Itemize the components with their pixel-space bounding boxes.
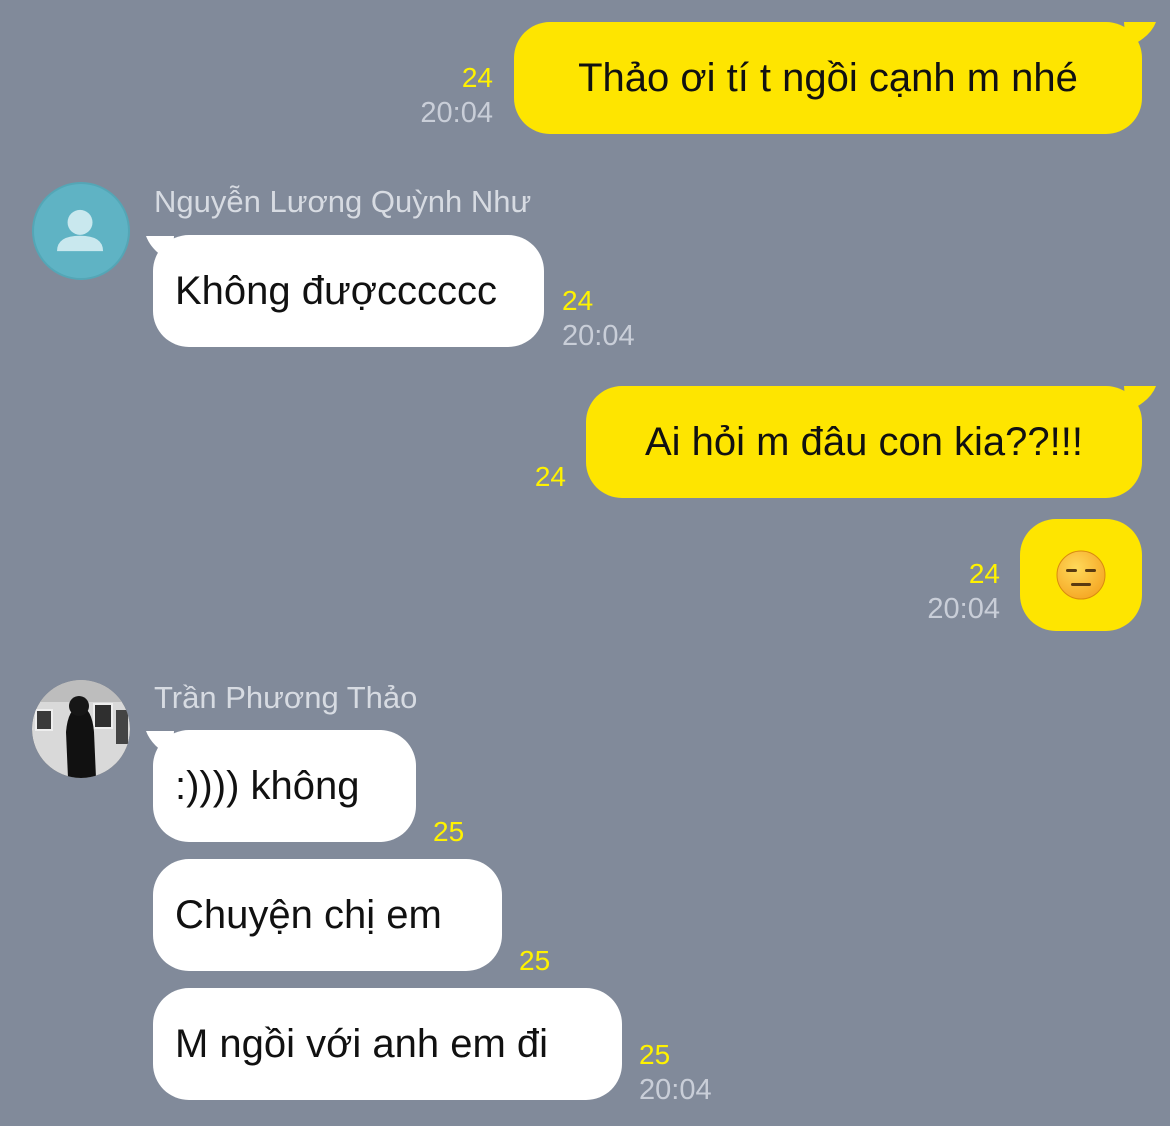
chat-room-message-list[interactable]: 24 20:04 Thảo ơi tí t ngồi cạnh m nhé Ng… (0, 0, 1170, 1126)
expressionless-face-icon (1056, 550, 1106, 600)
outgoing-message-bubble[interactable]: Thảo ơi tí t ngồi cạnh m nhé (514, 22, 1142, 134)
message-text: :)))) không (175, 763, 360, 808)
message-meta: 25 (433, 818, 464, 846)
message-text: Ai hỏi m đâu con kia??!!! (644, 419, 1084, 464)
unread-count: 24 (534, 461, 566, 492)
message-time: 20:04 (420, 97, 493, 129)
message-meta: 25 (519, 947, 550, 975)
message-text: Không đượcccccc (175, 268, 498, 313)
unread-count: 25 (639, 1039, 671, 1070)
default-person-icon (57, 209, 104, 252)
message-meta: 24 20:04 (562, 287, 635, 351)
outgoing-message-bubble[interactable]: Ai hỏi m đâu con kia??!!! (586, 386, 1142, 498)
incoming-message-bubble[interactable]: M ngồi với anh em đi (153, 988, 622, 1100)
unread-count: 24 (562, 285, 594, 316)
message-text: Thảo ơi tí t ngồi cạnh m nhé (578, 55, 1078, 100)
unread-count: 25 (433, 816, 465, 847)
unread-count: 25 (519, 945, 551, 976)
incoming-message-bubble[interactable]: Chuyện chị em (153, 859, 502, 971)
sender-name: Nguyễn Lương Quỳnh Như (154, 184, 532, 219)
bubble-tail (1124, 386, 1156, 412)
outgoing-emoji-bubble[interactable] (1020, 519, 1142, 631)
message-time: 20:04 (562, 320, 635, 352)
message-meta: 24 20:04 (420, 64, 493, 128)
message-meta: 24 20:04 (927, 560, 1000, 624)
message-text: Chuyện chị em (175, 892, 442, 937)
unread-count: 24 (461, 62, 493, 93)
sender-name: Trần Phương Thảo (154, 680, 418, 715)
unread-count: 24 (968, 558, 1000, 589)
avatar[interactable] (32, 680, 130, 778)
incoming-message-bubble[interactable]: :)))) không (153, 730, 416, 842)
incoming-message-bubble[interactable]: Không đượcccccc (153, 235, 544, 347)
bubble-tail (1124, 22, 1156, 48)
message-text: M ngồi với anh em đi (175, 1021, 549, 1066)
message-meta: 25 20:04 (639, 1041, 712, 1105)
message-time: 20:04 (639, 1074, 712, 1106)
message-meta: 24 (535, 463, 566, 491)
photo-avatar (32, 680, 130, 778)
message-time: 20:04 (927, 593, 1000, 625)
avatar[interactable] (32, 182, 130, 280)
